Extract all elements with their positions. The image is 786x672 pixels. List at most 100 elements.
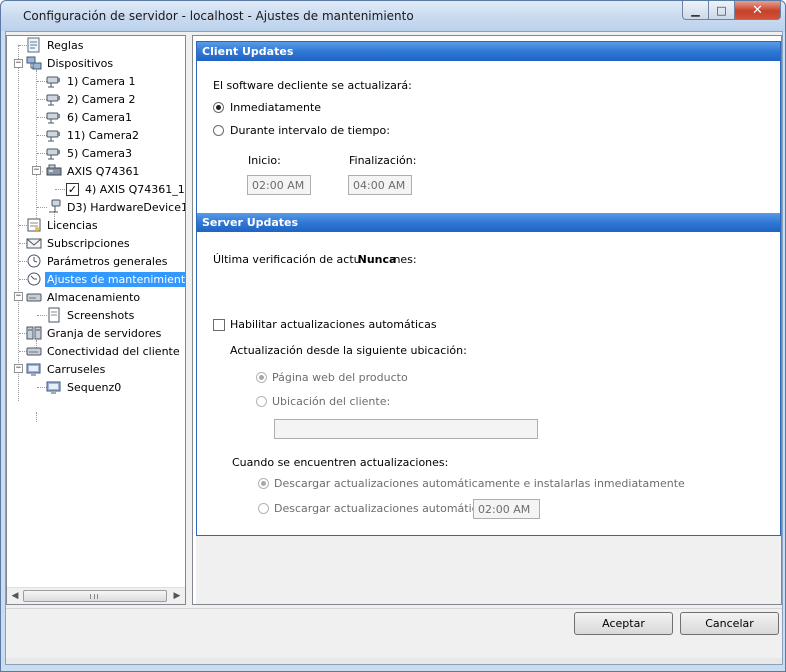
radio-client-location-label[interactable]: Ubicación del cliente: [272, 395, 390, 408]
end-time-field[interactable]: 04:00 AM [348, 175, 412, 195]
radio-download-at[interactable] [258, 503, 269, 514]
camera-icon [46, 112, 60, 124]
tree-item-camera[interactable]: 11) Camera2 [46, 126, 141, 144]
download-time-value: 02:00 AM [478, 503, 531, 516]
dialog-client-area: − − − − Reglas Dispositivos 1) Camera 1 [5, 31, 783, 665]
last-check-suffix: nes: [393, 253, 417, 266]
enable-auto-updates-label[interactable]: Habilitar actualizaciones automáticas [230, 318, 437, 331]
scroll-right-icon[interactable]: ▶ [170, 590, 184, 603]
client-updates-header: Client Updates [197, 42, 780, 61]
client-update-prompt: El software decliente se actualizará: [213, 79, 412, 92]
tree-item-label: Parámetros generales [47, 254, 168, 268]
end-time-label: Finalización: [349, 154, 417, 167]
tree-item-label: AXIS Q74361 [67, 164, 140, 178]
expander-carousels[interactable]: − [14, 364, 23, 373]
checkbox-icon[interactable]: ✓ [66, 182, 79, 196]
last-check-text: Última verificación de actuNuncanes: [213, 253, 417, 266]
radio-download-at-label[interactable]: Descargar actualizaciones automátic [274, 502, 478, 515]
camera-icon [46, 130, 60, 142]
tree-item-general-settings[interactable]: Parámetros generales [26, 252, 169, 270]
tree-item-camera[interactable]: 2) Camera 2 [46, 90, 137, 108]
client-location-input[interactable] [274, 419, 538, 439]
radio-time-interval-label[interactable]: Durante intervalo de tiempo: [230, 124, 390, 137]
scroll-left-icon[interactable]: ◀ [8, 590, 22, 603]
radio-client-location[interactable] [256, 396, 267, 407]
cancel-button[interactable]: Cancelar [680, 612, 779, 635]
minimize-icon: ▁ [691, 3, 700, 17]
tree-item-server-farm[interactable]: Granja de servidores [26, 324, 163, 342]
radio-install-immediately-label[interactable]: Descargar actualizaciones automáticament… [274, 477, 685, 490]
bottom-separator [6, 608, 782, 609]
tree-item-label: Sequenz0 [67, 380, 122, 394]
tree-item-subscriptions[interactable]: Subscripciones [26, 234, 132, 252]
general-settings-icon [27, 254, 41, 268]
enable-auto-updates-checkbox[interactable] [213, 319, 225, 331]
camera-icon [46, 94, 60, 106]
tree-item-label: 6) Camera1 [67, 110, 132, 124]
update-location-label: Actualización desde la siguiente ubicaci… [230, 344, 467, 357]
radio-immediately-label[interactable]: Inmediatamente [230, 101, 321, 114]
window-controls: ▁ □ ✕ [682, 1, 781, 21]
tree-item-label: Licencias [47, 218, 98, 232]
tree-item-camera[interactable]: 1) Camera 1 [46, 72, 137, 90]
end-time-value: 04:00 AM [353, 179, 406, 192]
tree-item-label: 5) Camera3 [67, 146, 132, 160]
maintenance-settings: Client Updates El software decliente se … [196, 41, 781, 536]
radio-product-web[interactable] [256, 372, 267, 383]
tree-item-label: Screenshots [67, 308, 135, 322]
radio-immediately[interactable] [213, 102, 224, 113]
server-farm-icon [26, 326, 42, 340]
tree-item-camera[interactable]: 5) Camera3 [46, 144, 134, 162]
tree-item-label: Ajustes de mantenimiento [45, 271, 185, 287]
minimize-button[interactable]: ▁ [682, 1, 709, 20]
tree-item-licenses[interactable]: Licencias [26, 216, 100, 234]
start-time-label: Inicio: [248, 154, 281, 167]
tree-item-client-connectivity[interactable]: Conectividad del cliente [26, 342, 182, 360]
window-title: Configuración de servidor - localhost - … [23, 9, 414, 23]
tree-viewport: − − − − Reglas Dispositivos 1) Camera 1 [7, 36, 185, 586]
tree-item-maintenance[interactable]: Ajustes de mantenimiento [26, 270, 185, 288]
radio-install-immediately[interactable] [258, 478, 269, 489]
last-check-value: Nunca [357, 253, 397, 266]
tree-item-label: Conectividad del cliente [47, 344, 180, 358]
expander-devices[interactable]: − [14, 59, 23, 68]
tree-item-sequence[interactable]: Sequenz0 [46, 378, 123, 396]
expander-axis[interactable]: − [32, 166, 41, 175]
tree-item-axis-channel[interactable]: ✓ 4) AXIS Q74361_1 [66, 180, 185, 198]
when-found-label: Cuando se encuentren actualizaciones: [232, 456, 449, 469]
maximize-button[interactable]: □ [709, 1, 735, 20]
settings-panel: Client Updates El software decliente se … [192, 35, 782, 605]
tree-item-label: 11) Camera2 [67, 128, 139, 142]
tree-item-label: 4) AXIS Q74361_1 [85, 182, 185, 196]
tree-horizontal-scrollbar[interactable]: ◀ ▶ [7, 587, 185, 604]
carousels-icon [26, 363, 41, 376]
title-bar[interactable]: Configuración de servidor - localhost - … [1, 1, 785, 31]
settings-panel-empty-area [196, 536, 781, 604]
close-icon: ✕ [752, 2, 763, 18]
tree-item-carousels[interactable]: Carruseles [26, 360, 107, 378]
expander-storage[interactable]: − [14, 292, 23, 301]
download-time-field[interactable]: 02:00 AM [473, 499, 540, 519]
tree-item-screenshots[interactable]: Screenshots [46, 306, 136, 324]
maintenance-icon [27, 272, 41, 286]
subscriptions-icon [26, 238, 42, 249]
close-button[interactable]: ✕ [735, 1, 781, 20]
tree-item-camera[interactable]: 6) Camera1 [46, 108, 134, 126]
radio-time-interval[interactable] [213, 125, 224, 136]
tree-item-axis-encoder[interactable]: AXIS Q74361 [46, 162, 141, 180]
start-time-value: 02:00 AM [252, 179, 305, 192]
tree-item-label: Granja de servidores [47, 326, 162, 340]
start-time-field[interactable]: 02:00 AM [247, 175, 311, 195]
tree-item-rules[interactable]: Reglas [26, 36, 85, 54]
camera-icon [46, 148, 60, 160]
tree-item-devices[interactable]: Dispositivos [26, 54, 115, 72]
tree-item-hardware-device[interactable]: D3) HardwareDevice1 [46, 198, 185, 216]
radio-product-web-label[interactable]: Página web del producto [272, 371, 408, 384]
tree-item-storage[interactable]: Almacenamiento [26, 288, 142, 306]
accept-button[interactable]: Aceptar [574, 612, 673, 635]
scrollbar-thumb[interactable] [23, 590, 167, 602]
tree-item-label: Dispositivos [47, 56, 114, 70]
tree-item-label: 2) Camera 2 [67, 92, 136, 106]
client-connectivity-icon [26, 347, 42, 356]
licenses-icon [27, 218, 41, 232]
